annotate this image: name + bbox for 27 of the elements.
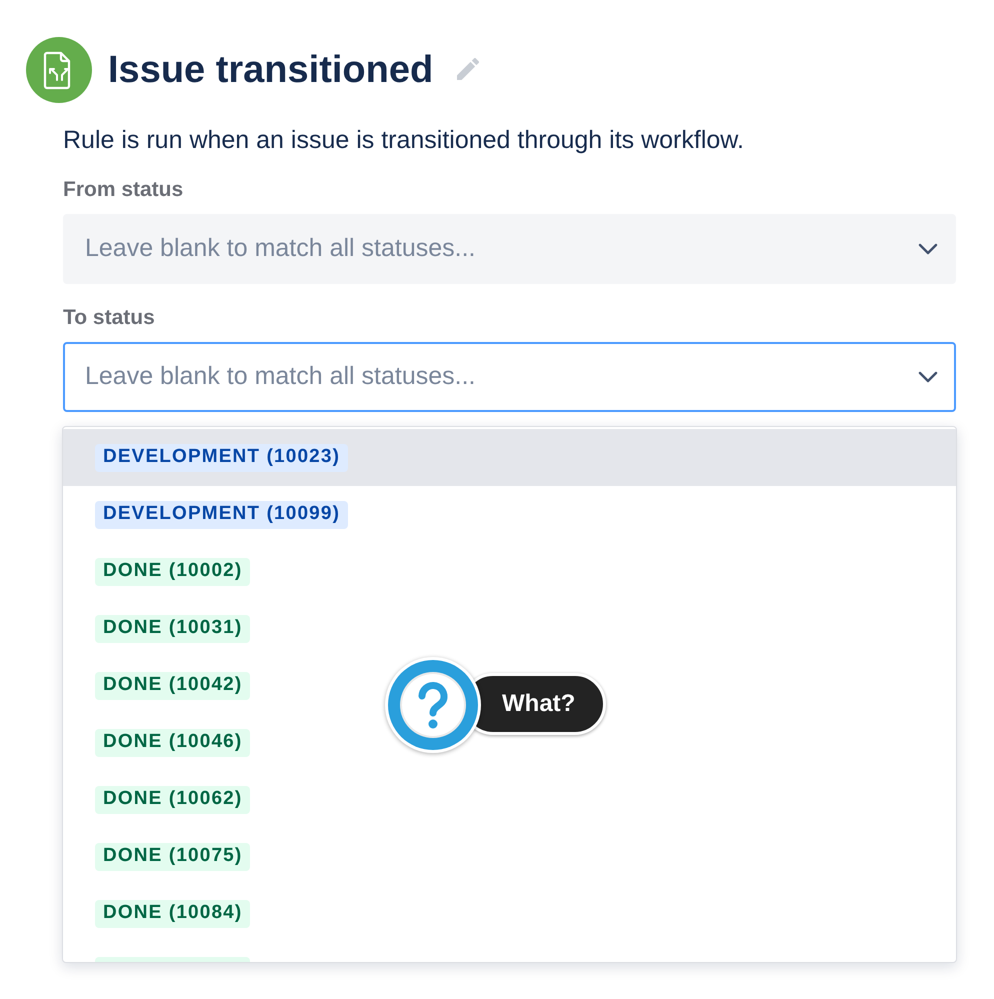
- select-field[interactable]: Leave blank to match all statuses...: [63, 342, 956, 412]
- status-lozenge: DONE (10046): [95, 728, 250, 756]
- menu-option[interactable]: DONE (10084): [63, 885, 956, 942]
- pencil-icon[interactable]: [457, 58, 480, 80]
- status-lozenge: DONE (10062): [95, 786, 250, 814]
- rule-description: Rule is run when an issue is transitioned through its workflow.: [63, 125, 744, 156]
- status-lozenge: DONE (10002): [95, 558, 250, 586]
- chevron-down-icon: [918, 243, 938, 255]
- menu-option[interactable]: DEVELOPMENT (10099): [63, 486, 956, 543]
- field-label: From status: [63, 177, 184, 203]
- status-lozenge: DEVELOPMENT (10099): [95, 500, 348, 528]
- select-field[interactable]: Leave blank to match all statuses...: [63, 214, 956, 284]
- menu-option[interactable]: DONE (10046): [63, 714, 956, 771]
- status-lozenge: DEVELOPMENT (10023): [95, 444, 348, 472]
- status-lozenge: DONE (10075): [95, 842, 250, 870]
- menu-option[interactable]: DONE (10062): [63, 771, 956, 828]
- status-lozenge: DONE (10031): [95, 614, 250, 642]
- rule-title: Issue transitioned: [108, 48, 434, 93]
- field-label: To status: [63, 305, 155, 331]
- menu-option[interactable]: DONE (10075): [63, 828, 956, 885]
- menu-option[interactable]: DEVELOPMENT (10023): [63, 429, 956, 486]
- menu-option[interactable]: DONE (10031): [63, 600, 956, 657]
- chevron-down-icon: [918, 371, 938, 383]
- status-lozenge: DONE (10042): [95, 672, 250, 700]
- document-arrows-icon: [26, 37, 92, 103]
- menu-option[interactable]: DONE (10002): [63, 543, 956, 600]
- status-lozenge: DONE (10084): [95, 900, 250, 928]
